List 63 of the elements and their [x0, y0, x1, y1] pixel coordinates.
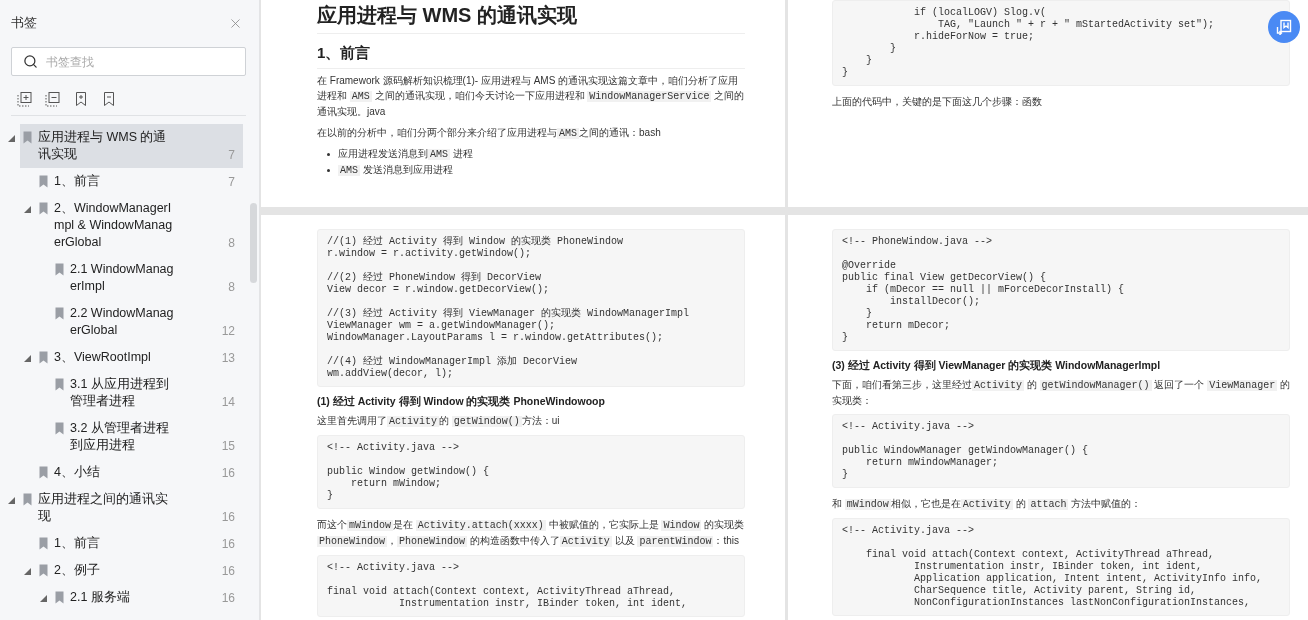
bookmark-icon — [39, 175, 48, 188]
expanded-triangle-icon[interactable] — [24, 355, 31, 362]
bookmark-icon — [55, 422, 64, 435]
search-field[interactable]: 书签查找 — [11, 47, 246, 76]
bookmark-item[interactable]: 4、小结 16 — [36, 459, 243, 486]
bookmark-icon — [23, 131, 32, 144]
subsection-heading: (3) 经过 Activity 得到 ViewManager 的实现类 WindowManagerImpl — [832, 359, 1162, 373]
list-item: 应用进程发送消息到 AMS 进程 — [338, 147, 473, 162]
code-block: if (localLOGV) Slog.v( TAG, "Launch " + r + " mStartedActivity set"); r.hideForNow = true; } } } — [832, 0, 1290, 86]
code-block: //(1) 经过 Activity 得到 Window 的实现类 PhoneWindow r.window = r.activity.getWindow(); //(2) 经过 PhoneWindow 得到 DecorView View decor = r.window.getDecorView(); //(3) 经过 Activity 得到 ViewManager 的实现类 WindowManagerImpl ViewManager wm = a.getWindowManager(); WindowManager.LayoutParams l = r.window.getAttributes(); //(4) 经过 WindowManagerImpl 添加 DecorView wm.addView(decor, l); — [317, 229, 745, 387]
code-block: <!-- Activity.java --> public WindowManager getWindowManager() { return mWindowManager; } — [832, 414, 1290, 488]
bookmark-item[interactable]: 3、ViewRootImpl 13 — [36, 344, 243, 371]
paragraph: 而这个 mWindow 是在 Activity.attach(xxxx) 中被赋值的，它实际上是 Window 的实现类 PhoneWindow ， PhoneWindow 的构造函数中传入了 Activity 以及 parentWindow ：this — [317, 518, 745, 549]
remove-bookmark-icon[interactable] — [101, 91, 117, 107]
bullet-icon — [327, 153, 330, 156]
expanded-triangle-icon[interactable] — [24, 206, 31, 213]
bookmark-icon — [55, 378, 64, 391]
subsection-heading: (1) 经过 Activity 得到 Window 的实现类 PhoneWindowoop — [317, 395, 606, 409]
expanded-triangle-icon[interactable] — [24, 568, 31, 575]
section-heading: 1、前言 — [317, 44, 745, 69]
document-title: 应用进程与 WMS 的通讯实现 — [317, 2, 745, 34]
expanded-triangle-icon[interactable] — [8, 135, 15, 142]
bullet-icon — [327, 169, 330, 172]
code-block: <!-- Activity.java --> final void attach(Context context, ActivityThread aThread, Instrumentation instr, IBinder token, int ident, Application application, Intent intent, ActivityInfo info, CharSequence title, Activity parent, String id, NonConfigurationInstances lastNonConfigurationInstances, — [832, 518, 1290, 616]
paragraph: 这里首先调用了 Activity 的 getWindow() 方法：ui — [317, 414, 561, 429]
bookmark-icon — [55, 263, 64, 276]
bookmark-export-icon — [1276, 19, 1292, 35]
bookmark-icon — [39, 564, 48, 577]
bookmark-item[interactable]: 应用进程之间的通讯实现 16 — [20, 486, 243, 530]
paragraph: 下面，咱们看第三步，这里经过 Activity 的 getWindowManager() 返回了一个 ViewManager 的实现类： — [832, 378, 1290, 408]
bookmark-item[interactable]: 2、例子 16 — [36, 557, 243, 584]
bookmark-item[interactable]: 3.1 从应用进程到管理者进程 14 — [52, 371, 243, 415]
panel-title: 书签 — [11, 14, 37, 32]
paragraph: 在以前的分析中，咱们分两个部分来介绍了应用进程与 AMS 之间的通讯：bash — [317, 126, 662, 141]
bookmark-item[interactable]: 应用进程与 WMS 的通讯实现 7 — [20, 124, 243, 168]
bookmark-icon — [23, 493, 32, 506]
bookmark-icon — [39, 466, 48, 479]
paragraph: 和 mWindow 相似，它也是在 Activity 的 attach 方法中赋值的： — [832, 497, 1143, 512]
expanded-triangle-icon[interactable] — [8, 497, 15, 504]
add-bookmark-icon[interactable] — [73, 91, 89, 107]
bookmark-icon — [55, 307, 64, 320]
bookmark-icon — [55, 591, 64, 604]
bookmark-icon — [39, 202, 48, 215]
paragraph: 上面的代码中，关键的是下面这几个步骤：函数 — [832, 95, 1043, 109]
bookmark-icon — [39, 537, 48, 550]
bookmark-item[interactable]: 3.2 从管理者进程到应用进程 15 — [52, 415, 243, 459]
code-block: <!-- Activity.java --> final void attach(Context context, ActivityThread aThread, Instrumentation instr, IBinder token, int ident, — [317, 555, 745, 617]
bookmark-item[interactable]: 2.1 WindowManagerImpl 8 — [52, 256, 243, 300]
bookmark-item[interactable]: 2.1 服务端 16 — [52, 584, 243, 611]
search-icon — [23, 54, 38, 69]
expanded-triangle-icon[interactable] — [40, 595, 47, 602]
bookmark-item[interactable]: 1、前言 16 — [36, 530, 243, 557]
code-block: <!-- PhoneWindow.java --> @Override public final View getDecorView() { if (mDecor == null || mForceDecorInstall) { installDecor(); } return mDecor; } — [832, 229, 1290, 351]
scrollbar-thumb[interactable] — [250, 203, 257, 283]
bookmark-item[interactable]: 2、WindowManagerImpl & WindowManagerGlobal 8 — [36, 195, 243, 256]
bookmark-icon — [39, 351, 48, 364]
collapse-all-icon[interactable] — [45, 91, 61, 107]
list-item: AMS 发送消息到应用进程 — [338, 163, 453, 178]
expand-all-icon[interactable] — [17, 91, 33, 107]
bookmark-item[interactable]: 1、前言 7 — [36, 168, 243, 195]
paragraph: 在 Framework 源码解析知识梳理(1)- 应用进程与 AMS 的通讯实现这篇文章中，咱们分析了应用进程和 AMS 之间的通讯实现，咱们今天讨论一下应用进程和 WindowManagerService 之间的通讯实现。java — [317, 74, 745, 119]
bookmark-item[interactable]: 2.2 WindowManagerGlobal 12 — [52, 300, 243, 344]
code-block: <!-- Activity.java --> public Window getWindow() { return mWindow; } — [317, 435, 745, 509]
